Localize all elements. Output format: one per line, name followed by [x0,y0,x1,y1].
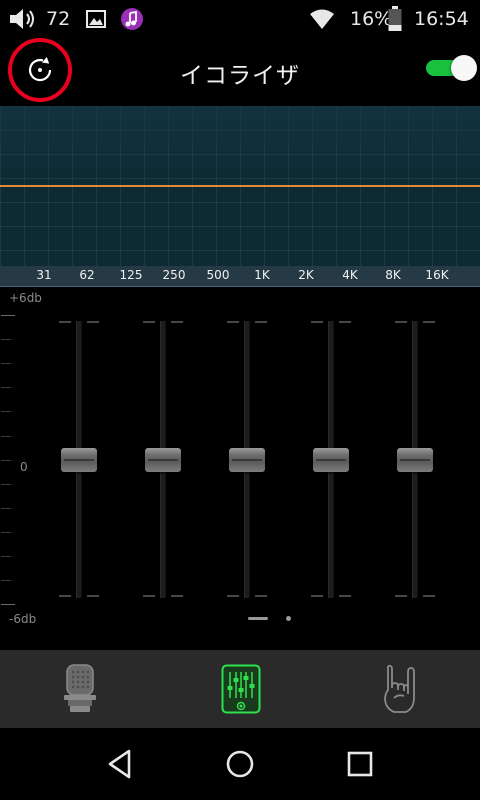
band-slider[interactable] [311,321,351,598]
battery-icon [388,0,402,38]
back-button[interactable] [100,746,140,782]
slider-handle[interactable] [397,447,433,472]
response-curve [0,185,480,187]
equalizer-icon [221,664,261,714]
equalizer-enable-toggle[interactable] [426,55,477,81]
freq-label: 8K [385,268,401,282]
battery-percent: 16% [350,8,393,30]
page-dot-active [248,617,268,620]
volume-level: 72 [46,8,71,30]
tab-equalizer[interactable] [211,660,271,718]
tab-rock-hand[interactable] [370,660,430,718]
db-max-label: +6db [9,291,42,305]
band-slider[interactable] [395,321,435,598]
freq-label: 4K [342,268,358,282]
page-title: イコライザ [180,63,300,89]
frequency-response-graph [0,106,480,266]
page-dot[interactable] [286,616,291,621]
band-sliders-panel: +6db 0 -6db [0,288,480,650]
freq-label: 2K [298,268,314,282]
slider-handle[interactable] [145,447,181,472]
home-icon [226,750,254,778]
band-slider[interactable] [143,321,183,598]
band-slider[interactable] [59,321,99,598]
app-bar: イコライザ [0,38,480,106]
band-slider[interactable] [227,321,267,598]
slider-handle[interactable] [61,447,97,472]
slider-handle[interactable] [313,447,349,472]
home-button[interactable] [220,746,260,782]
volume-icon [8,0,38,38]
recents-icon [347,751,373,777]
freq-label: 16K [425,268,449,282]
bottom-tab-bar [0,650,480,728]
freq-label: 125 [119,268,143,282]
image-icon [86,0,106,38]
freq-label: 500 [206,268,230,282]
tab-microphone[interactable] [50,660,110,718]
frequency-axis: 31 62 125 250 500 1K 2K 4K 8K 16K [0,266,480,287]
freq-label: 250 [162,268,186,282]
music-note-icon [120,0,144,38]
db-scale [0,315,15,605]
rock-hand-icon [384,664,415,713]
system-navigation-bar [0,728,480,800]
freq-label: 1K [254,268,270,282]
back-icon [108,749,131,779]
clock: 16:54 [414,8,469,30]
toggle-knob [451,55,477,81]
recents-button[interactable] [340,746,380,782]
freq-label: 62 [79,268,95,282]
slider-handle[interactable] [229,447,265,472]
freq-label: 31 [36,268,52,282]
wifi-icon [309,0,335,38]
status-bar: 72 16% 16:54 [0,0,480,38]
microphone-icon [64,664,96,712]
db-zero-label: 0 [20,460,28,474]
page-indicator [0,616,480,622]
